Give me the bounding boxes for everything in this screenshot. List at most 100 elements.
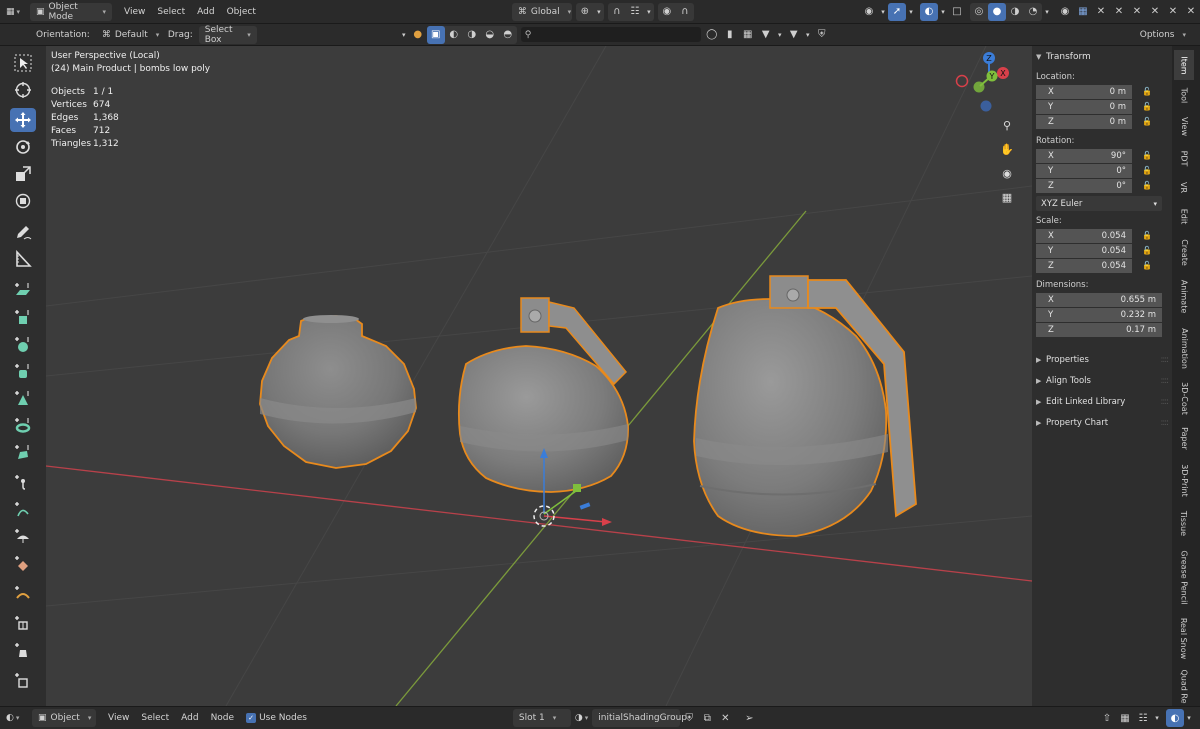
location-y-field[interactable]: Y0 m [1036, 99, 1132, 114]
xray-toggle-icon[interactable]: □ [948, 3, 966, 21]
menu-add[interactable]: Add [191, 3, 220, 21]
shield-icon[interactable]: ⛨ [813, 26, 831, 44]
lock-icon[interactable]: 🔓 [1132, 261, 1152, 270]
wireframe-shading-icon[interactable]: ◎ [970, 3, 988, 21]
drag-dropdown[interactable]: Select Box ▾ [198, 25, 257, 45]
scale-x-field[interactable]: X 0.054 [1036, 228, 1132, 243]
material-shading-icon[interactable]: ◑ [1006, 3, 1024, 21]
transform-tool-button[interactable] [10, 189, 36, 213]
pivot-point-icon[interactable]: ⊕ [576, 3, 594, 21]
add-torus-button[interactable] [10, 413, 36, 437]
object-filter-icon[interactable]: ✕ [1128, 3, 1146, 21]
editor-type-button[interactable]: ▦ ▾ [0, 3, 30, 21]
lock-icon[interactable]: 🔓 [1132, 87, 1152, 96]
extra-tool-button-1[interactable] [10, 470, 36, 494]
rotation-y-field[interactable]: Y 0° [1036, 163, 1132, 178]
menu-select[interactable]: Select [135, 709, 175, 727]
transform-panel-header[interactable]: ▼ Transform [1036, 49, 1168, 65]
hand-pan-icon[interactable]: ✋ [996, 138, 1018, 160]
tab-view[interactable]: View [1174, 112, 1194, 140]
select-invert-icon[interactable]: ◒ [481, 26, 499, 44]
menu-view[interactable]: View [118, 3, 151, 21]
extra-tool-button-2[interactable] [10, 497, 36, 521]
chevron-down-icon[interactable]: ▾ [1184, 709, 1194, 727]
scale-z-field[interactable]: Z 0.054 [1036, 258, 1132, 273]
move-tool-button[interactable] [10, 108, 36, 132]
chevron-down-icon[interactable]: ▾ [775, 26, 785, 44]
bookmark-icon[interactable]: ▮ [721, 26, 739, 44]
annotate-tool-button[interactable] [10, 220, 36, 244]
select-subtract-icon[interactable]: ◑ [463, 26, 481, 44]
pin-icon[interactable]: ➢ [740, 709, 758, 727]
collection-icon[interactable]: ▦ [1074, 3, 1092, 21]
measure-tool-button[interactable] [10, 247, 36, 271]
grid-icon[interactable]: ▦ [739, 26, 757, 44]
select-tool-button[interactable] [10, 51, 36, 75]
material-name-field[interactable]: initialShadingGroup [592, 709, 687, 727]
select-intersect-icon[interactable]: ◓ [499, 26, 517, 44]
snap-icon[interactable]: ▦ [1116, 709, 1134, 727]
drag-grip-icon[interactable]: :::: [1161, 418, 1170, 428]
color-palette-icon[interactable]: ● [409, 26, 427, 44]
object-filter-icon[interactable]: ✕ [1110, 3, 1128, 21]
drag-grip-icon[interactable]: :::: [1161, 355, 1170, 365]
align-tools-panel-header[interactable]: ▶ Align Tools:::: [1036, 372, 1169, 389]
chevron-down-icon[interactable]: ▾ [1152, 709, 1162, 727]
property-chart-panel-header[interactable]: ▶ Property Chart:::: [1036, 414, 1170, 431]
chevron-down-icon[interactable]: ▾ [644, 3, 654, 21]
object-filter-icon[interactable]: ✕ [1182, 3, 1200, 21]
chevron-down-icon[interactable]: ▾ [803, 26, 813, 44]
orientation-dropdown[interactable]: ⌘ Default ▾ [96, 26, 159, 44]
extra-tool-button-4[interactable] [10, 551, 36, 575]
cursor-tool-button[interactable] [10, 78, 36, 102]
dimensions-z-field[interactable]: Z 0.17 m [1036, 322, 1162, 337]
close-icon[interactable]: ✕ [716, 709, 734, 727]
extra-tool-button-8[interactable] [10, 668, 36, 692]
tab-3d-print[interactable]: 3D-Print [1174, 458, 1194, 502]
search-input[interactable]: ⚲ [520, 27, 701, 42]
slot-dropdown[interactable]: Slot 1 ▾ [512, 709, 571, 727]
select-mode-icon[interactable]: ▣ [426, 25, 445, 44]
tab-item[interactable]: Item [1174, 50, 1194, 80]
object-filter-icon[interactable]: ✕ [1164, 3, 1182, 21]
visibility-eye-icon[interactable]: ◉ [1056, 3, 1074, 21]
tab-animation[interactable]: Animation [1174, 322, 1194, 374]
material-browse-button[interactable]: ◑ ▾ [571, 709, 592, 727]
duplicate-icon[interactable]: ⧉ [698, 709, 716, 727]
gizmo-toggle-icon[interactable]: ➚ [888, 2, 906, 21]
lock-icon[interactable]: 🔓 [1132, 246, 1152, 255]
tab-grease-pencil[interactable]: Grease Pencil [1174, 544, 1194, 610]
rendered-shading-icon[interactable]: ◔ [1024, 3, 1042, 21]
scale-y-field[interactable]: Y 0.054 [1036, 243, 1132, 258]
rotation-z-field[interactable]: Z 0° [1036, 178, 1132, 193]
drag-grip-icon[interactable]: :::: [1161, 397, 1170, 407]
add-plane-button[interactable] [10, 278, 36, 302]
bomb-model-3[interactable] [693, 275, 917, 537]
menu-add[interactable]: Add [175, 709, 204, 727]
tab-real-snow[interactable]: Real Snow [1174, 614, 1194, 662]
lock-icon[interactable]: 🔓 [1132, 231, 1152, 240]
add-cone-button[interactable] [10, 386, 36, 410]
chevron-down-icon[interactable]: ▾ [938, 3, 948, 21]
dimensions-y-field[interactable]: Y 0.232 m [1036, 307, 1162, 322]
editor-type-button[interactable]: ◐ ▾ [0, 709, 32, 727]
location-x-field[interactable]: X0 m [1036, 84, 1132, 99]
perspective-grid-icon[interactable]: ▦ [996, 186, 1018, 208]
object-filter-icon[interactable]: ✕ [1146, 3, 1164, 21]
transform-orientation-dropdown[interactable]: ⌘ Global ▾ [511, 2, 572, 21]
rotation-mode-dropdown[interactable]: XYZ Euler ▾ [1036, 196, 1162, 211]
visibility-eye-icon[interactable]: ◉ [860, 3, 878, 21]
snap-magnet-icon[interactable]: ∩ [608, 3, 626, 21]
extra-tool-button-3[interactable] [10, 524, 36, 548]
proportional-edit-icon[interactable]: ◉ [658, 3, 676, 21]
snap-target-icon[interactable]: ☷ [626, 3, 644, 21]
select-extend-icon[interactable]: ◐ [445, 26, 463, 44]
chevron-down-icon[interactable]: ▾ [878, 3, 888, 21]
tab-animate[interactable]: Animate [1174, 274, 1194, 318]
rotation-x-field[interactable]: X 90° [1036, 148, 1132, 163]
extra-tool-button-7[interactable] [10, 638, 36, 662]
menu-object[interactable]: Object [221, 3, 262, 21]
tab-tissue[interactable]: Tissue [1174, 506, 1194, 540]
snap-options-icon[interactable]: ☷ [1134, 709, 1152, 727]
object-filter-icon[interactable]: ✕ [1092, 3, 1110, 21]
